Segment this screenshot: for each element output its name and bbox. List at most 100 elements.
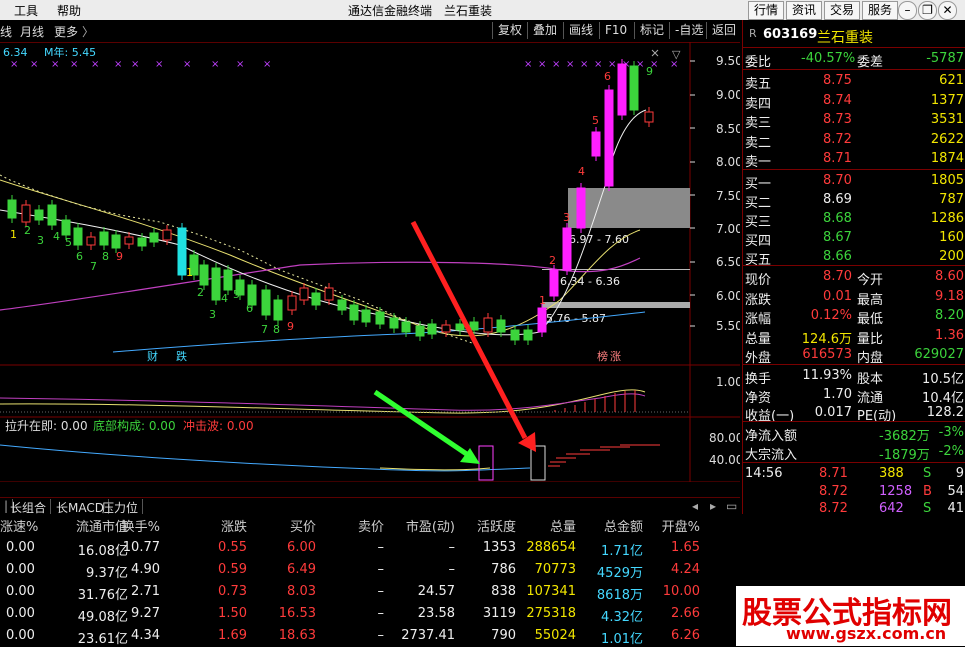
table-cell[interactable]: – xyxy=(378,540,385,555)
table-header[interactable]: 活跃度 xyxy=(477,516,516,535)
table-cell[interactable]: 70773 xyxy=(535,562,576,577)
collapse-arrow-icon[interactable]: R xyxy=(749,27,757,40)
table-cell[interactable]: 0.59 xyxy=(218,562,247,577)
table-header[interactable]: 开盘% xyxy=(662,516,700,535)
bid-row[interactable]: 买一 8.70 1805 xyxy=(743,171,965,192)
news-tag[interactable]: 跌 xyxy=(176,349,187,363)
mark-button[interactable]: 标记 xyxy=(634,22,669,39)
stat-row[interactable]: 外盘 616573 内盘 629027 xyxy=(743,345,965,366)
table-cell[interactable]: 786 xyxy=(491,562,516,577)
table-cell[interactable]: 6.26 xyxy=(671,628,700,643)
self-select-button[interactable]: -自选 xyxy=(669,22,708,39)
table-cell[interactable]: 1.69 xyxy=(218,628,247,643)
table-cell[interactable]: 9.37亿 xyxy=(86,562,128,581)
table-cell[interactable]: 275318 xyxy=(526,606,576,621)
bid-row[interactable]: 买三 8.68 1286 xyxy=(743,209,965,230)
ask-row[interactable]: 卖四 8.74 1377 xyxy=(743,91,965,112)
table-header[interactable]: 总金额 xyxy=(604,516,643,535)
table-cell[interactable]: 288654 xyxy=(526,540,576,555)
table-cell[interactable]: 0.00 xyxy=(6,606,35,621)
table-cell[interactable]: 16.08亿 xyxy=(78,540,128,559)
table-cell[interactable]: 23.61亿 xyxy=(78,628,128,647)
overlay-button[interactable]: 叠加 xyxy=(527,22,562,39)
table-cell[interactable]: – xyxy=(378,606,385,621)
news-tag[interactable]: 涨 xyxy=(610,350,621,363)
bid-row[interactable]: 买四 8.67 160 xyxy=(743,228,965,249)
stat-row[interactable]: 总量 124.6万 量比 1.36 xyxy=(743,326,965,347)
collapse-icon[interactable] xyxy=(651,49,659,57)
table-cell[interactable]: 23.58 xyxy=(418,606,455,621)
chevron-right-icon[interactable]: 〉 xyxy=(82,23,94,40)
table-cell[interactable]: 10.00 xyxy=(663,584,700,599)
kline-chart[interactable]: 6.34 M年: 5.45 9.50 9.00 8.50 8.00 7.50 7… xyxy=(0,42,740,482)
service-button[interactable]: 服务 xyxy=(862,1,898,20)
tab-period-line[interactable]: 线 xyxy=(0,23,12,40)
table-cell[interactable]: 2.71 xyxy=(131,584,160,599)
minimize-icon[interactable]: – xyxy=(898,1,917,20)
menu-help[interactable]: 帮助 xyxy=(57,2,81,19)
table-cell[interactable]: 4.24 xyxy=(671,562,700,577)
table-cell[interactable]: 10.77 xyxy=(123,540,160,555)
f10-button[interactable]: F10 xyxy=(599,22,632,39)
ask-row[interactable]: 卖二 8.72 2622 xyxy=(743,130,965,151)
expand-icon[interactable]: ▭ xyxy=(722,499,741,513)
table-cell[interactable]: 8618万 xyxy=(597,584,643,603)
table-cell[interactable]: 0.00 xyxy=(6,562,35,577)
table-cell[interactable]: 790 xyxy=(491,628,516,643)
table-header[interactable]: 卖价 xyxy=(358,516,384,535)
table-cell[interactable]: 0.00 xyxy=(6,628,35,643)
table-cell[interactable]: 1353 xyxy=(483,540,516,555)
news-tag[interactable]: 财 xyxy=(147,349,158,363)
table-cell[interactable]: 4.32亿 xyxy=(601,606,643,625)
table-cell[interactable]: 6.00 xyxy=(287,540,316,555)
table-cell[interactable]: 2737.41 xyxy=(401,628,455,643)
quote-button[interactable]: 行情 xyxy=(748,1,784,20)
stat-row[interactable]: 涨幅 0.12% 最低 8.20 xyxy=(743,306,965,327)
table-cell[interactable]: 4.90 xyxy=(131,562,160,577)
ask-row[interactable]: 卖三 8.73 3531 xyxy=(743,110,965,131)
stat-row[interactable]: 净资 1.70 流通 10.4亿 xyxy=(743,385,965,406)
table-cell[interactable]: 0.00 xyxy=(6,540,35,555)
restore-rights-button[interactable]: 复权 xyxy=(492,22,527,39)
stat-row[interactable]: 换手 11.93% 股本 10.5亿 xyxy=(743,366,965,387)
table-cell[interactable]: – xyxy=(378,562,385,577)
table-cell[interactable]: – xyxy=(449,540,456,555)
table-cell[interactable]: 16.53 xyxy=(279,606,316,621)
table-header[interactable]: 涨跌 xyxy=(221,516,247,535)
table-cell[interactable]: 24.57 xyxy=(418,584,455,599)
chevron-left-icon[interactable]: ◂ xyxy=(688,499,702,513)
table-header[interactable]: 流通市值 xyxy=(76,516,128,535)
chevron-right-icon[interactable]: ▸ xyxy=(706,499,720,513)
table-cell[interactable]: 31.76亿 xyxy=(78,584,128,603)
back-button[interactable]: 返回 xyxy=(706,22,741,39)
flow-row[interactable]: 净流入额 -3682万 -3% xyxy=(743,423,965,444)
table-cell[interactable]: 0.55 xyxy=(218,540,247,555)
table-header[interactable]: 买价 xyxy=(290,516,316,535)
stat-row[interactable]: 现价 8.70 今开 8.60 xyxy=(743,267,965,288)
trade-button[interactable]: 交易 xyxy=(824,1,860,20)
close-icon[interactable]: ✕ xyxy=(938,1,957,20)
table-cell[interactable]: 838 xyxy=(491,584,516,599)
menu-tools[interactable]: 工具 xyxy=(14,2,38,19)
table-header[interactable]: 市盈(动) xyxy=(406,516,455,535)
table-cell[interactable]: 2.66 xyxy=(671,606,700,621)
restore-icon[interactable]: ❐ xyxy=(918,1,937,20)
flow-row[interactable]: 大宗流入 -1879万 -2% xyxy=(743,442,965,463)
tab-more[interactable]: 更多 xyxy=(54,23,78,40)
draw-line-button[interactable]: 画线 xyxy=(563,22,598,39)
table-cell[interactable]: 1.65 xyxy=(671,540,700,555)
table-header[interactable]: 涨速% xyxy=(0,516,38,535)
news-tag[interactable]: 榜 xyxy=(597,349,608,363)
table-cell[interactable]: 18.63 xyxy=(279,628,316,643)
tab-month-line[interactable]: 月线 xyxy=(20,23,44,40)
table-cell[interactable]: 4529万 xyxy=(597,562,643,581)
table-cell[interactable]: 1.50 xyxy=(218,606,247,621)
table-cell[interactable]: 49.08亿 xyxy=(78,606,128,625)
ask-row[interactable]: 卖五 8.75 621 xyxy=(743,71,965,92)
bid-row[interactable]: 买二 8.69 787 xyxy=(743,190,965,211)
table-cell[interactable]: 1.01亿 xyxy=(601,628,643,647)
table-cell[interactable]: 9.27 xyxy=(131,606,160,621)
table-cell[interactable]: – xyxy=(449,562,456,577)
stat-row[interactable]: 涨跌 0.01 最高 9.18 xyxy=(743,287,965,308)
table-cell[interactable]: 1.71亿 xyxy=(601,540,643,559)
